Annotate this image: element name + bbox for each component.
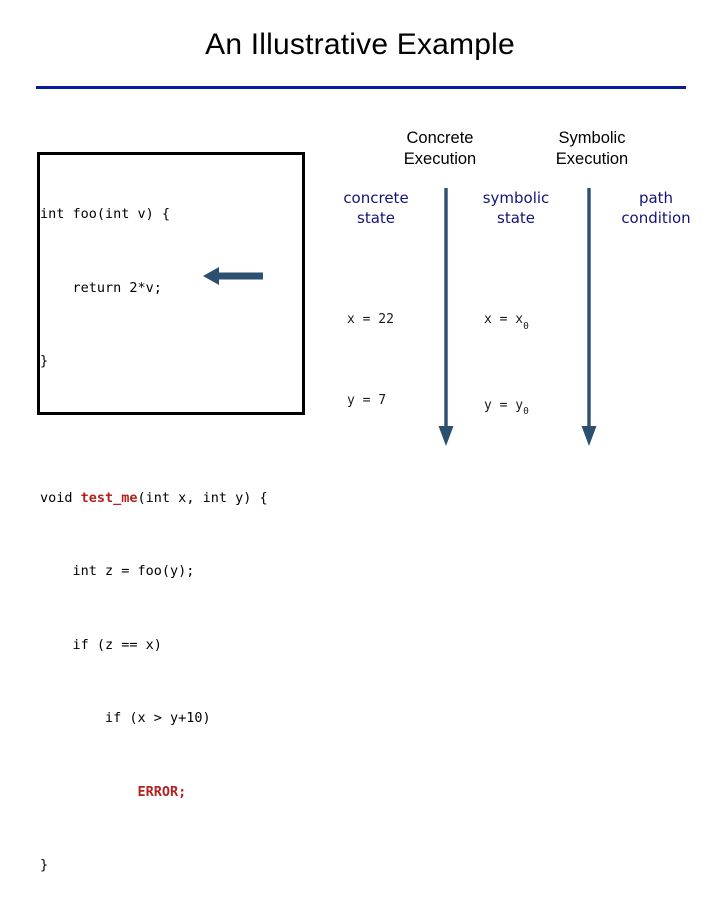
symbolic-state-x: x = x0 — [484, 306, 529, 338]
column-heading-concrete-line2: Execution — [403, 150, 477, 168]
label-symbolic-state-line1: symbolic — [482, 189, 550, 207]
code-line-7: if (z == x) — [40, 636, 162, 653]
label-concrete-state: concrete state — [316, 188, 436, 228]
code-listing: int foo(int v) { return 2*v; } void test… — [40, 153, 310, 902]
symbolic-path-divider-arrow — [581, 188, 597, 446]
symbolic-state-y-subscript: 0 — [523, 406, 529, 418]
concrete-state-y: y = 7 — [347, 393, 387, 408]
title-divider-rule — [36, 86, 686, 89]
page-title: An Illustrative Example — [205, 28, 515, 61]
column-heading-concrete-line1: Concrete — [406, 129, 474, 147]
code-function-name-test-me: test_me — [80, 489, 138, 506]
column-heading-concrete-execution: Concrete Execution — [352, 128, 528, 170]
code-pointer-arrow — [203, 267, 263, 285]
code-line-3: } — [40, 353, 49, 369]
label-path-condition: path condition — [596, 188, 716, 228]
code-line-8: if (x > y+10) — [40, 710, 211, 726]
code-signature-params: (int x, int y) { — [137, 489, 268, 506]
symbolic-state-y: y = y0 — [484, 392, 529, 424]
code-line-1: int foo(int v) { — [40, 206, 171, 222]
code-line-6: int z = foo(y); — [40, 563, 195, 579]
concrete-state-x: x = 22 — [347, 312, 394, 327]
label-concrete-state-line1: concrete — [343, 189, 409, 207]
label-symbolic-state-line2: state — [497, 209, 535, 227]
symbolic-state-values: x = x0 y = y0 — [484, 252, 529, 450]
symbolic-state-y-expr: y = y — [484, 397, 524, 413]
column-heading-symbolic-line2: Execution — [555, 150, 629, 168]
code-line-10: } — [40, 857, 49, 873]
code-keyword-void: void — [40, 489, 81, 506]
label-path-condition-line2: condition — [621, 209, 691, 227]
label-path-condition-line1: path — [638, 189, 674, 207]
concrete-state-values: x = 22 y = 7 — [347, 252, 394, 441]
symbolic-state-x-expr: x = x — [484, 312, 524, 327]
label-symbolic-state: symbolic state — [456, 188, 576, 228]
code-line-9-indent — [40, 784, 138, 800]
code-line-9: ERROR; — [40, 780, 310, 805]
symbolic-state-x-subscript: 0 — [523, 320, 529, 332]
column-heading-symbolic-line1: Symbolic — [558, 129, 626, 147]
code-line-2: return 2*v; — [40, 279, 162, 296]
concrete-symbolic-divider-arrow — [438, 188, 454, 446]
code-line-5: void test_me(int x, int y) { — [40, 486, 310, 511]
column-heading-symbolic-execution: Symbolic Execution — [512, 128, 672, 170]
code-error-statement: ERROR; — [137, 783, 187, 800]
label-concrete-state-line2: state — [357, 209, 395, 227]
